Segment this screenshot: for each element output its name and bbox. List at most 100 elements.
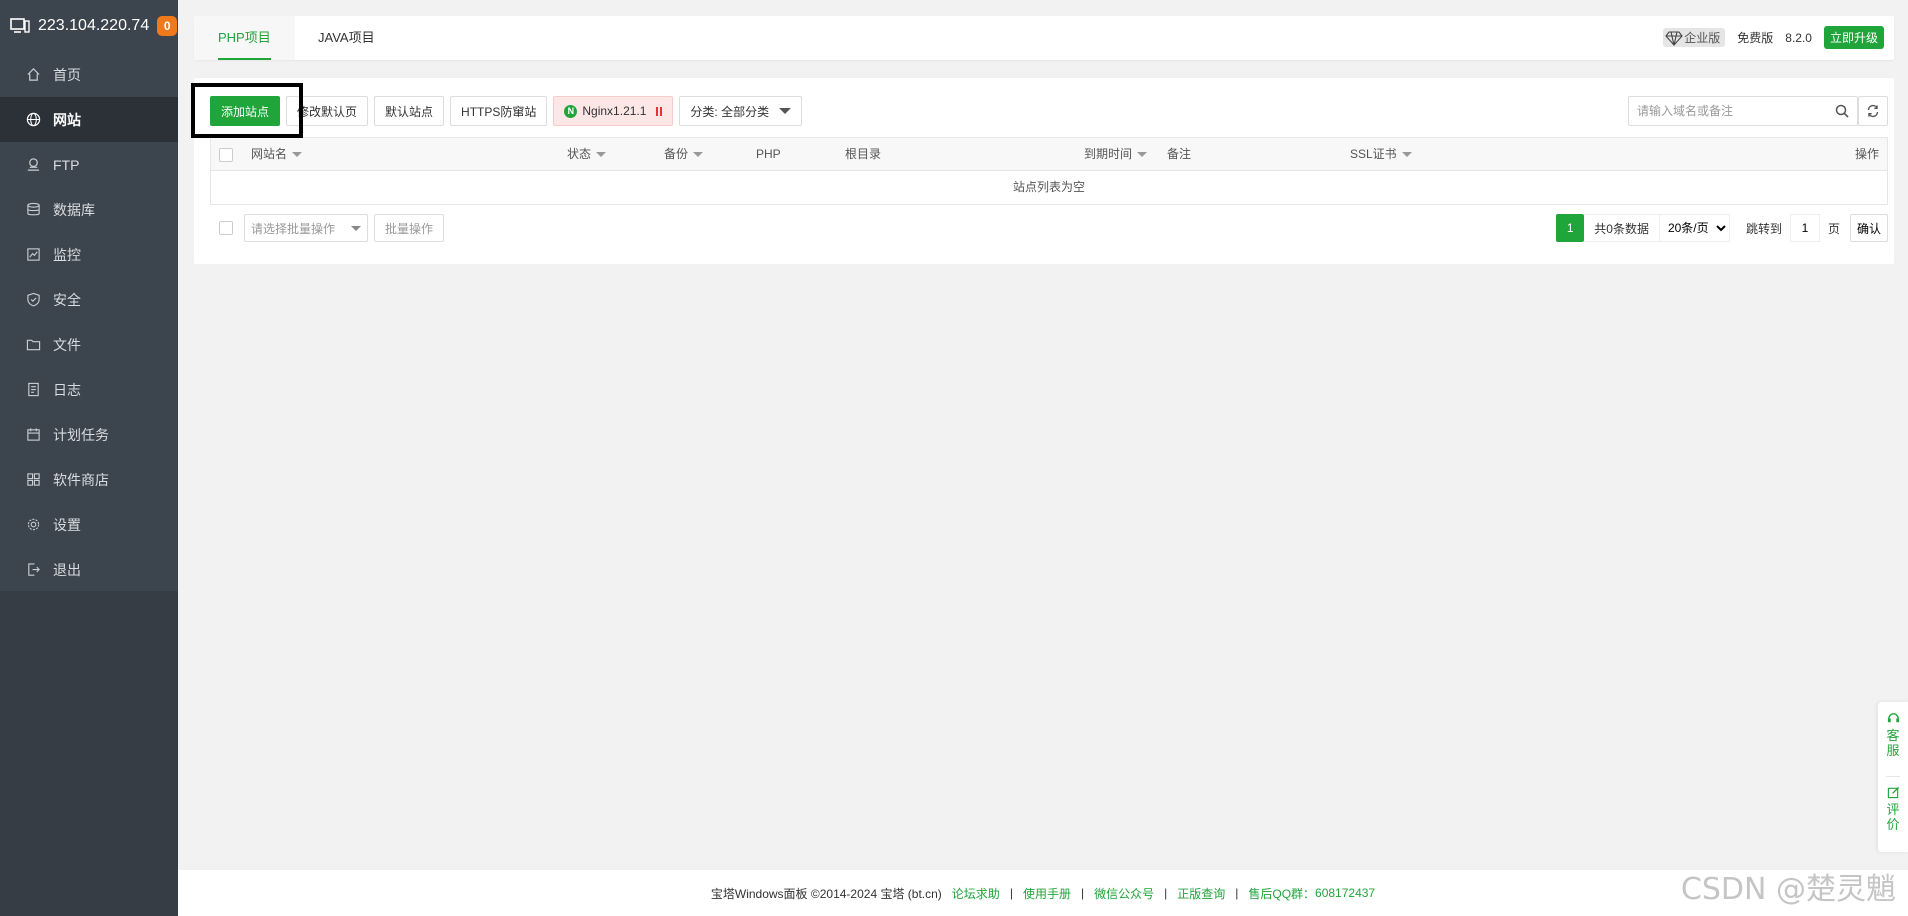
jump-label: 跳转到	[1745, 221, 1782, 236]
diamond-icon	[1665, 30, 1683, 46]
csdn-watermark: CSDN @楚灵魈	[1680, 872, 1896, 907]
column-site-name[interactable]: 网站名	[251, 138, 303, 171]
qq-group-number[interactable]: 608172437	[1315, 886, 1375, 900]
license-check-link[interactable]: 正版查询	[1177, 885, 1225, 902]
search-icon[interactable]	[1827, 104, 1857, 118]
page-size-select[interactable]: 20条/页	[1659, 214, 1730, 242]
column-remark: 备注	[1167, 138, 1191, 171]
divider: |	[1080, 886, 1085, 900]
sidebar-menu: 首页 网站 FTP 数据库 监控 安全 文件 日志 计划任务 软件商店 设置 退…	[0, 52, 178, 592]
sidebar-item-security[interactable]: 安全	[0, 277, 178, 322]
footer-select-all-checkbox[interactable]	[219, 221, 233, 235]
sort-icon	[693, 152, 704, 157]
default-site-button[interactable]: 默认站点	[374, 96, 445, 126]
https-anti-hijack-button[interactable]: HTTPS防窜站	[450, 96, 548, 126]
sidebar-item-website[interactable]: 网站	[0, 97, 178, 142]
sidebar-item-database[interactable]: 数据库	[0, 187, 178, 232]
sidebar-item-label: FTP	[53, 156, 80, 173]
main-area: PHP项目 JAVA项目 企业版 免费版 8.2.0 立即升级 添加站点 修改默…	[178, 0, 1908, 916]
column-expire-time[interactable]: 到期时间	[1084, 138, 1148, 171]
category-label: 分类: 全部分类	[690, 104, 770, 119]
database-icon	[26, 202, 41, 217]
bulk-action-select[interactable]: 请选择批量操作	[244, 214, 368, 242]
table-header: 网站名 状态 备份 PHP 根目录 到期时间 备注 SSL证书 操作	[211, 138, 1887, 171]
forum-help-link[interactable]: 论坛求助	[952, 885, 1000, 902]
column-label: 网站名	[251, 147, 288, 161]
nginx-service-button[interactable]: N Nginx1.21.1	[553, 96, 674, 126]
monitor-icon	[26, 247, 41, 262]
column-ssl[interactable]: SSL证书	[1350, 138, 1412, 171]
wechat-link[interactable]: 微信公众号	[1094, 885, 1154, 902]
site-search-input[interactable]	[1629, 97, 1827, 125]
jump-page-input[interactable]	[1789, 214, 1820, 242]
gear-icon	[26, 517, 41, 532]
sidebar-item-settings[interactable]: 设置	[0, 502, 178, 547]
page-footer: 宝塔Windows面板 ©2014-2024 宝塔 (bt.cn) 论坛求助 |…	[178, 870, 1908, 916]
sidebar-item-monitor[interactable]: 监控	[0, 232, 178, 277]
sidebar-item-home[interactable]: 首页	[0, 52, 178, 97]
sort-icon	[1401, 152, 1412, 157]
sidebar-item-files[interactable]: 文件	[0, 322, 178, 367]
version-number: 8.2.0	[1785, 30, 1812, 45]
server-header[interactable]: 223.104.220.74 0	[0, 0, 178, 52]
folder-icon	[26, 337, 41, 352]
sort-icon	[596, 152, 607, 157]
sidebar-item-label: 退出	[53, 561, 81, 578]
sidebar-item-label: 安全	[53, 291, 81, 308]
sidebar-item-cron[interactable]: 计划任务	[0, 412, 178, 457]
manual-link[interactable]: 使用手册	[1023, 885, 1071, 902]
jump-confirm-button[interactable]: 确认	[1849, 214, 1888, 242]
sidebar-item-label: 监控	[53, 246, 81, 263]
server-ip: 223.104.220.74	[38, 17, 150, 34]
sidebar-item-label: 文件	[53, 336, 81, 353]
category-select[interactable]: 分类: 全部分类	[679, 96, 803, 126]
customer-service-button[interactable]: 客服	[1878, 712, 1908, 758]
add-site-button[interactable]: 添加站点	[210, 96, 280, 126]
copyright: 宝塔Windows面板 ©2014-2024 宝塔 (bt.cn)	[710, 886, 942, 901]
column-action: 操作	[1855, 138, 1879, 171]
review-label: 评价	[1886, 802, 1900, 832]
sidebar-item-label: 网站	[53, 111, 81, 128]
sidebar-item-label: 数据库	[53, 201, 95, 218]
column-label: 状态	[567, 147, 592, 161]
sidebar-background	[0, 591, 178, 916]
sidebar-item-label: 计划任务	[53, 426, 109, 443]
column-label: 备注	[1167, 147, 1192, 161]
tab-java-project[interactable]: JAVA项目	[294, 16, 399, 60]
tab-php-project[interactable]: PHP项目	[194, 16, 295, 60]
site-toolbar: 添加站点 修改默认页 默认站点 HTTPS防窜站 N Nginx1.21.1 分…	[210, 96, 808, 126]
column-php: PHP	[756, 138, 781, 171]
divider	[1886, 776, 1900, 777]
enterprise-badge[interactable]: 企业版	[1663, 28, 1726, 47]
refresh-button[interactable]	[1858, 96, 1888, 126]
sidebar-item-logs[interactable]: 日志	[0, 367, 178, 412]
divider: |	[1235, 886, 1239, 900]
qq-group-label: 售后QQ群：	[1248, 886, 1316, 901]
nginx-icon: N	[564, 104, 578, 118]
review-button[interactable]: 评价	[1878, 786, 1908, 832]
divider: |	[1164, 886, 1168, 900]
pause-icon	[656, 106, 663, 116]
refresh-icon	[1867, 104, 1879, 118]
column-status[interactable]: 状态	[567, 138, 607, 171]
current-page[interactable]: 1	[1556, 214, 1585, 242]
grid-icon	[26, 472, 41, 487]
column-backup[interactable]: 备份	[664, 138, 704, 171]
edit-default-page-button[interactable]: 修改默认页	[286, 96, 369, 126]
calendar-icon	[26, 427, 41, 442]
site-list-card: 添加站点 修改默认页 默认站点 HTTPS防窜站 N Nginx1.21.1 分…	[194, 78, 1894, 264]
notification-badge[interactable]: 0	[157, 16, 178, 36]
sidebar-item-label: 设置	[53, 516, 81, 533]
sidebar-item-ftp[interactable]: FTP	[0, 142, 178, 187]
select-all-cell	[219, 138, 233, 171]
chevron-down-icon	[351, 225, 361, 231]
pagination: 1 共0条数据 20条/页 跳转到 页 确认	[1556, 214, 1888, 242]
bulk-action-button[interactable]: 批量操作	[374, 214, 445, 242]
sidebar-item-logout[interactable]: 退出	[0, 547, 178, 592]
enterprise-label: 企业版	[1684, 31, 1721, 45]
empty-list-message: 站点列表为空	[1012, 180, 1085, 194]
sidebar-item-store[interactable]: 软件商店	[0, 457, 178, 502]
site-table: 网站名 状态 备份 PHP 根目录 到期时间 备注 SSL证书 操作 站点列表为…	[210, 137, 1888, 205]
upgrade-button[interactable]: 立即升级	[1823, 26, 1884, 49]
select-all-checkbox[interactable]	[219, 147, 233, 162]
